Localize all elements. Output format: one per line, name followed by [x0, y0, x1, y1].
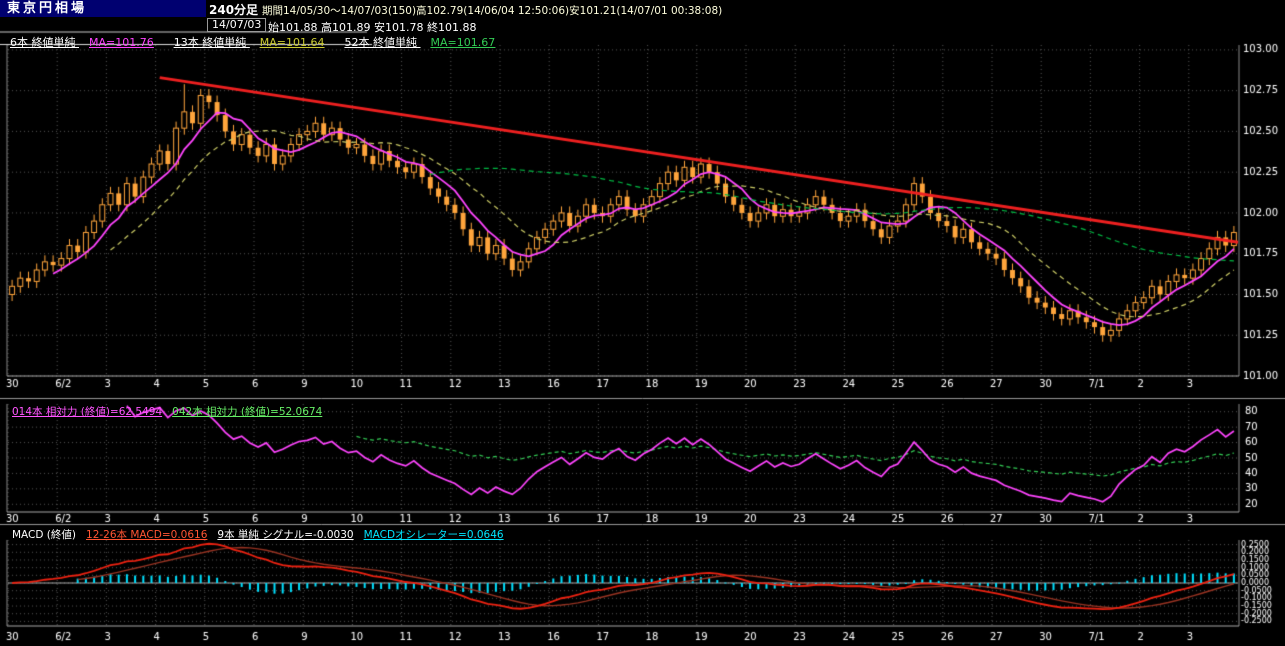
app-title: 東京円相場: [0, 0, 206, 17]
rsi-legend-item: 014本 相対力 (終値)=62.5494: [12, 406, 163, 418]
quote-info: 始101.88 高101.89 安101.78 終101.88: [268, 21, 477, 34]
ma-legend-item: 13本 終値単純 MA=101.64: [173, 36, 325, 49]
macd-legend: MACD (終値) 12-26本 MACD=0.0616 9本 単純 シグナル=-0…: [12, 527, 514, 542]
rsi-legend-item: 042本 相対力 (終値)=52.0674: [172, 406, 323, 418]
macd-legend-item: MACDオシレーター=0.0646: [363, 529, 504, 541]
rsi-legend: 014本 相対力 (終値)=62.5494 042本 相対力 (終値)=52.06…: [12, 404, 332, 419]
period-info: 期間14/05/30～14/07/03(150)高102.79(14/06/04…: [262, 5, 723, 17]
ma-legend-item: 52本 終値単純 MA=101.67: [344, 36, 496, 49]
macd-legend-item: 12-26本 MACD=0.0616: [86, 529, 208, 541]
macd-legend-item: 9本 単純 シグナル=-0.0030: [217, 529, 354, 541]
price-chart-canvas[interactable]: [0, 0, 1285, 646]
ma-legend: 6本 終値単純 MA=101.76 13本 終値単純 MA=101.64 52本 終…: [10, 34, 515, 50]
macd-title: MACD (終値): [12, 529, 77, 541]
date-field[interactable]: 14/07/03: [207, 18, 267, 32]
timeframe-label: 240分足: [209, 3, 259, 17]
ma-legend-item: 6本 終値単純 MA=101.76: [10, 36, 154, 49]
title-bar: 東京円相場 240分足 期間14/05/30～14/07/03(150)高102…: [0, 0, 1285, 17]
